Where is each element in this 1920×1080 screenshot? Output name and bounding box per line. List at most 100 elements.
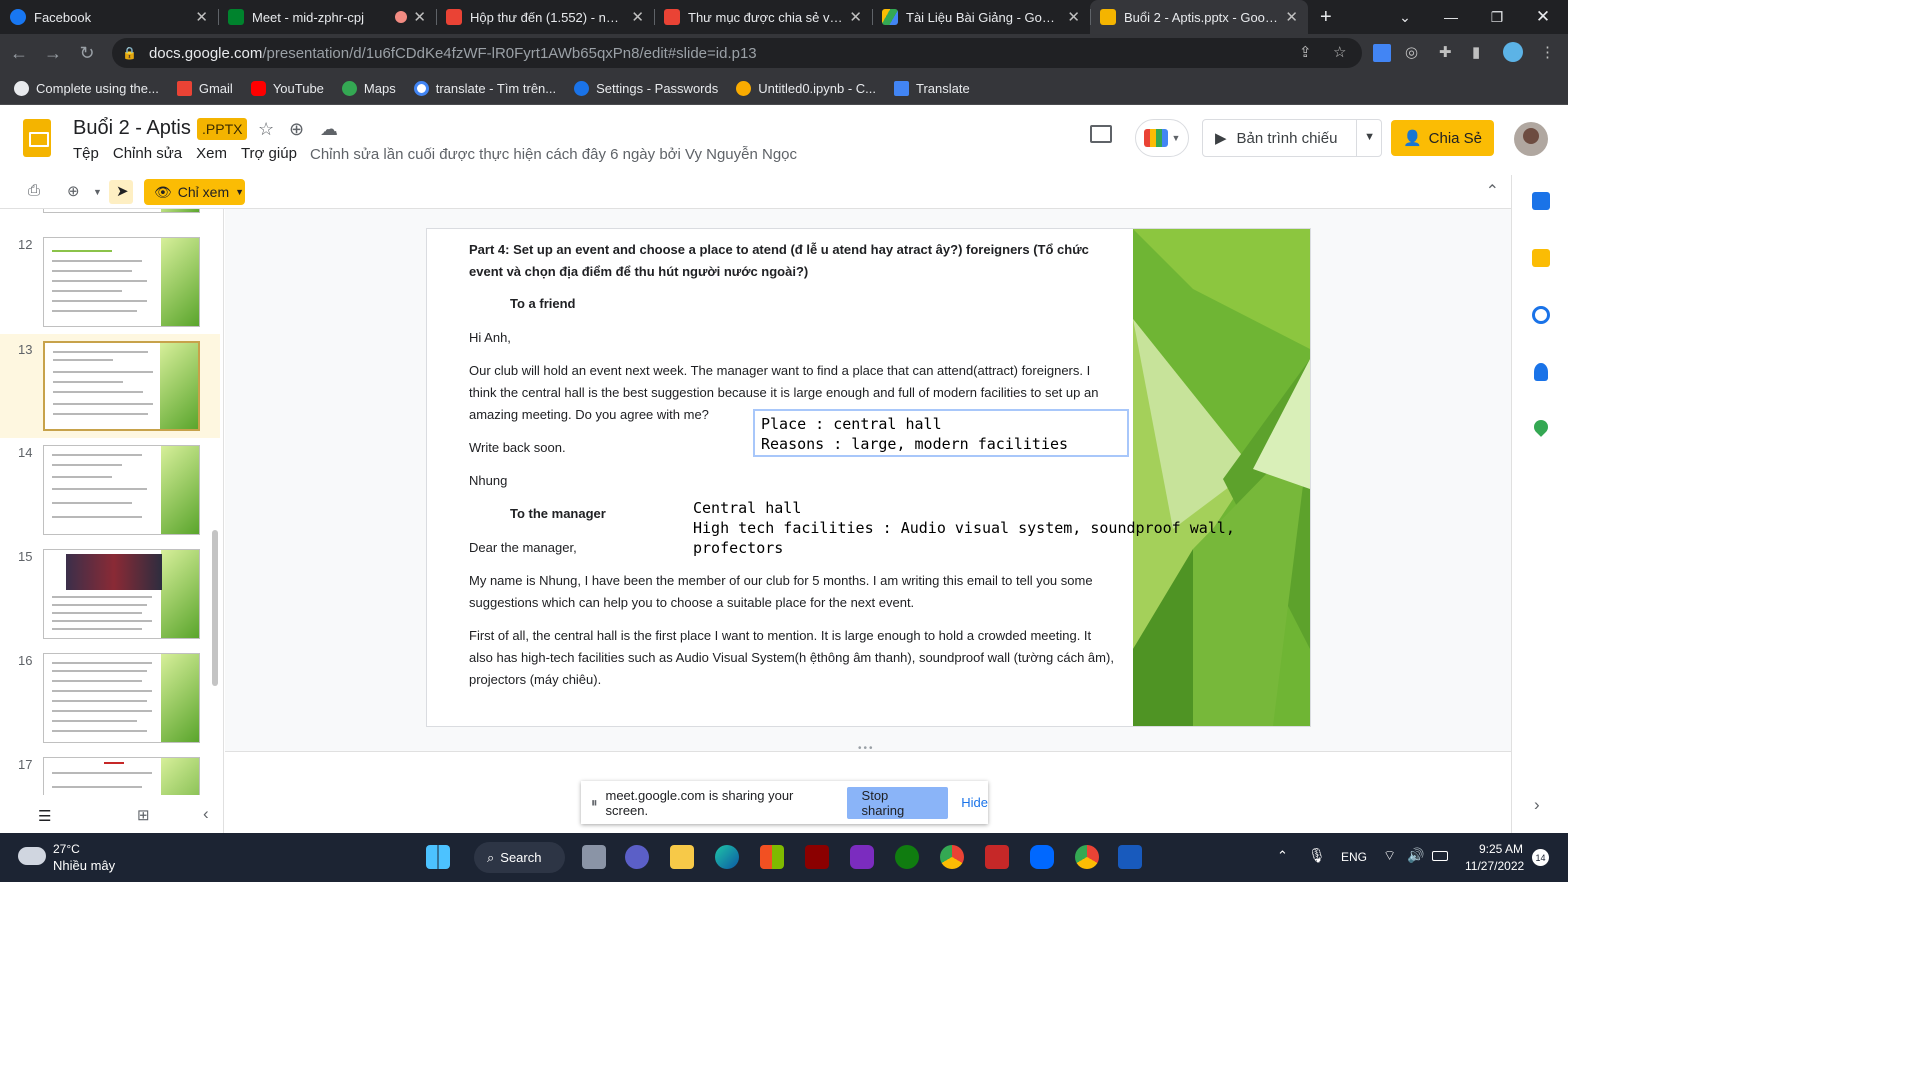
tab-gmail-inbox[interactable]: Hộp thư đến (1.552) - nguy ✕ bbox=[436, 0, 654, 34]
restore-button[interactable]: ❐ bbox=[1474, 0, 1520, 34]
collapse-chevron-up-icon[interactable]: ⌃ bbox=[1486, 181, 1499, 201]
bookmark-youtube[interactable]: YouTube bbox=[250, 80, 324, 96]
close-tab-icon[interactable]: ✕ bbox=[195, 8, 208, 26]
tab-meet[interactable]: Meet - mid-zphr-cpj ✕ bbox=[218, 0, 436, 34]
chrome-icon-active[interactable] bbox=[940, 845, 964, 869]
bookmark-gmail[interactable]: Gmail bbox=[176, 80, 233, 96]
slideshow-button[interactable]: ▶ Bản trình chiếu ▼ bbox=[1202, 119, 1382, 157]
filmstrip-slide-17[interactable]: 17 bbox=[0, 757, 220, 795]
media-app-icon[interactable] bbox=[850, 845, 874, 869]
bookmark-maps[interactable]: Maps bbox=[341, 80, 396, 96]
wifi-icon[interactable]: ⌔ bbox=[1383, 847, 1396, 865]
teams-chat-icon[interactable] bbox=[625, 845, 649, 869]
menu-edit[interactable]: Chỉnh sửa bbox=[113, 145, 182, 162]
minimize-button[interactable]: — bbox=[1428, 0, 1474, 34]
menu-file[interactable]: Tệp bbox=[73, 145, 99, 162]
expand-panel-icon[interactable]: › bbox=[1534, 795, 1540, 815]
tasks-icon[interactable] bbox=[1532, 306, 1550, 324]
filmstrip-slide-14[interactable]: 14 bbox=[0, 445, 220, 549]
tray-overflow-icon[interactable]: ⌃ bbox=[1277, 848, 1288, 864]
microphone-icon[interactable]: 🎙 bbox=[1308, 847, 1326, 864]
tab-drive[interactable]: Tài Liệu Bài Giảng - Google ✕ bbox=[872, 0, 1090, 34]
notification-badge[interactable]: 14 bbox=[1532, 849, 1549, 866]
extension-compass-icon[interactable]: ◎ bbox=[1405, 43, 1418, 61]
bookmark-translate[interactable]: Translate bbox=[894, 80, 970, 96]
filmstrip-scrollbar[interactable] bbox=[212, 530, 218, 686]
battery-icon[interactable] bbox=[1432, 851, 1448, 861]
new-tab-button[interactable]: + bbox=[1308, 0, 1344, 34]
calendar-icon[interactable] bbox=[1532, 192, 1550, 210]
bookmark-colab[interactable]: Untitled0.ipynb - C... bbox=[736, 80, 876, 96]
url-input[interactable]: 🔒 docs.google.com/presentation/d/1u6fCDd… bbox=[112, 38, 1362, 68]
reload-button[interactable]: ↻ bbox=[72, 38, 102, 68]
zalo-icon[interactable] bbox=[1030, 845, 1054, 869]
clock-date[interactable]: 11/27/2022 bbox=[1465, 859, 1524, 873]
hide-button[interactable]: Hide bbox=[961, 795, 988, 810]
collapse-panel-icon[interactable]: ‹ bbox=[203, 804, 209, 824]
close-tab-icon[interactable]: ✕ bbox=[1285, 8, 1298, 26]
edge-icon[interactable] bbox=[715, 845, 739, 869]
move-to-drive-icon[interactable]: ⊕ bbox=[289, 119, 304, 140]
menu-help[interactable]: Trợ giúp bbox=[241, 145, 297, 162]
clock-time[interactable]: 9:25 AM bbox=[1479, 842, 1523, 856]
extensions-puzzle-icon[interactable]: ✚ bbox=[1439, 43, 1452, 61]
bookmark-translate-search[interactable]: translate - Tìm trên... bbox=[413, 80, 556, 96]
bookmark-item[interactable]: Complete using the... bbox=[14, 80, 159, 96]
zoom-icon[interactable]: ⊕ bbox=[67, 182, 80, 200]
close-tab-icon[interactable]: ✕ bbox=[631, 8, 644, 26]
cloud-status-icon[interactable]: ☁ bbox=[320, 119, 338, 140]
comment-history-icon[interactable] bbox=[1090, 125, 1112, 143]
star-icon[interactable]: ☆ bbox=[258, 119, 274, 140]
keep-icon[interactable] bbox=[1532, 249, 1550, 267]
word-icon[interactable] bbox=[1118, 845, 1142, 869]
translate-extension-icon[interactable] bbox=[1373, 44, 1391, 62]
list-view-icon[interactable]: ☰ bbox=[38, 807, 51, 825]
current-slide[interactable]: Part 4: Set up an event and choose a pla… bbox=[427, 229, 1310, 726]
bookmark-star-icon[interactable]: ☆ bbox=[1333, 43, 1346, 61]
close-window-button[interactable]: ✕ bbox=[1520, 0, 1566, 34]
slides-logo-icon[interactable] bbox=[23, 119, 51, 157]
volume-icon[interactable]: 🔊 bbox=[1407, 847, 1424, 864]
tab-gmail-shared[interactable]: Thư mục được chia sẻ với b ✕ bbox=[654, 0, 872, 34]
task-view-icon[interactable] bbox=[582, 845, 606, 869]
tab-search-icon[interactable]: ⌄ bbox=[1382, 0, 1428, 34]
stop-sharing-button[interactable]: Stop sharing bbox=[846, 786, 949, 819]
weather-cloud-icon[interactable] bbox=[18, 847, 46, 865]
language-indicator[interactable]: ENG bbox=[1341, 850, 1367, 864]
document-title[interactable]: Buổi 2 - Aptis bbox=[73, 117, 191, 140]
resize-handle[interactable]: ••• bbox=[858, 743, 875, 754]
meet-button[interactable]: ▼ bbox=[1135, 119, 1189, 157]
close-tab-icon[interactable]: ✕ bbox=[1067, 8, 1080, 26]
print-icon[interactable]: ⎙ bbox=[28, 182, 40, 199]
windows-start-icon[interactable] bbox=[426, 845, 450, 869]
grid-view-icon[interactable]: ⊞ bbox=[137, 806, 150, 824]
store-icon[interactable] bbox=[760, 845, 784, 869]
back-button[interactable]: ← bbox=[4, 38, 34, 68]
filmstrip-slide-15[interactable]: 15 bbox=[0, 549, 220, 653]
close-tab-icon[interactable]: ✕ bbox=[413, 8, 426, 26]
select-cursor-button[interactable]: ➤ bbox=[109, 180, 133, 204]
share-page-icon[interactable]: ⇪ bbox=[1299, 43, 1312, 61]
filmstrip-slide-13-selected[interactable]: 13 bbox=[0, 334, 220, 438]
contacts-icon[interactable] bbox=[1534, 363, 1548, 381]
xbox-icon[interactable] bbox=[895, 845, 919, 869]
game-app-icon[interactable] bbox=[805, 845, 829, 869]
taskbar-search-button[interactable]: ⌕ Search bbox=[474, 842, 565, 873]
menu-view[interactable]: Xem bbox=[196, 145, 227, 162]
filmstrip-slide-11[interactable] bbox=[0, 209, 220, 223]
share-button[interactable]: 👤 Chia Sẻ bbox=[1391, 120, 1494, 156]
filmstrip-slide-12[interactable]: 12 bbox=[0, 237, 220, 341]
forward-button[interactable]: → bbox=[38, 38, 68, 68]
account-avatar[interactable] bbox=[1514, 122, 1548, 156]
file-explorer-icon[interactable] bbox=[670, 845, 694, 869]
chrome-icon[interactable] bbox=[1075, 845, 1099, 869]
bookmark-passwords[interactable]: Settings - Passwords bbox=[574, 80, 718, 96]
drag-handle-icon[interactable]: ⏸ bbox=[591, 795, 598, 811]
tab-slides-active[interactable]: Buổi 2 - Aptis.pptx - Google ✕ bbox=[1090, 0, 1308, 34]
view-only-mode-button[interactable]: 👁 Chỉ xem ▼ bbox=[144, 179, 245, 205]
side-panel-icon[interactable]: ▮ bbox=[1472, 43, 1480, 61]
chevron-down-icon[interactable]: ▼ bbox=[1364, 131, 1375, 143]
filmstrip-slide-16[interactable]: 16 bbox=[0, 653, 220, 757]
annotation-callout-box[interactable]: Place : central hall Reasons : large, mo… bbox=[753, 409, 1129, 457]
close-tab-icon[interactable]: ✕ bbox=[849, 8, 862, 26]
